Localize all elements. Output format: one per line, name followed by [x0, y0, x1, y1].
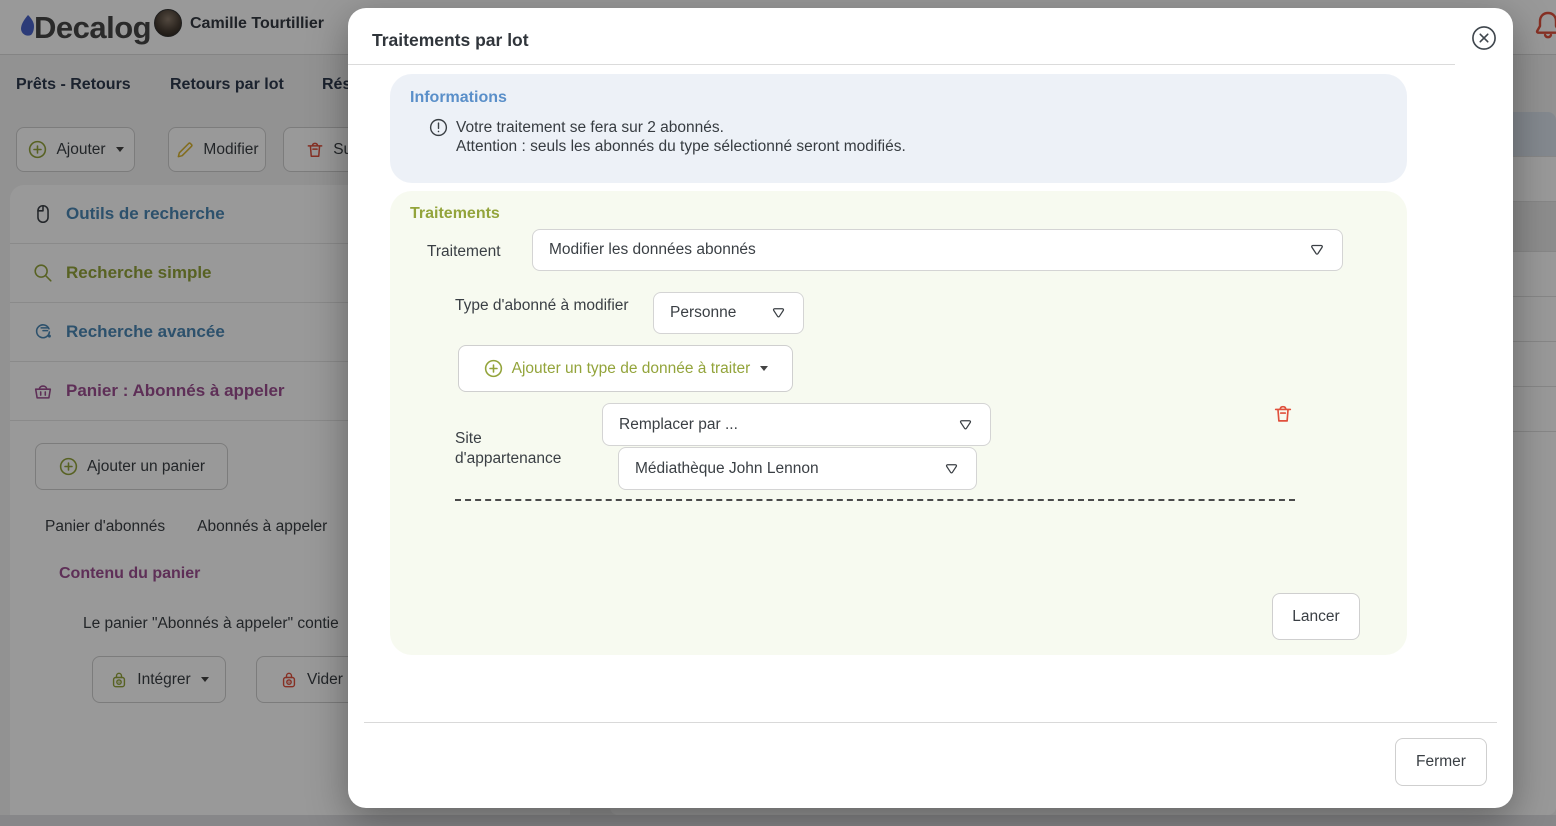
modal-header-divider — [348, 64, 1455, 65]
plus-circle-icon — [483, 358, 504, 379]
site-label-line1: Site — [455, 429, 561, 449]
subscriber-type-label: Type d'abonné à modifier — [455, 297, 629, 315]
subscriber-type-value: Personne — [670, 304, 736, 322]
add-data-type-button[interactable]: Ajouter un type de donnée à traiter — [458, 345, 793, 392]
informations-text: Votre traitement se fera sur 2 abonnés. … — [456, 118, 906, 156]
chevron-down-icon — [957, 416, 974, 433]
treatment-row-separator — [455, 499, 1295, 501]
site-value: Médiathèque John Lennon — [635, 460, 819, 478]
screen: Decalog Camille Tourtillier Prêts - Reto… — [0, 0, 1556, 826]
modal-title: Traitements par lot — [372, 30, 529, 51]
info-line-2: Attention : seuls les abonnés du type sé… — [456, 137, 906, 156]
caret-down-icon — [760, 366, 768, 371]
replace-mode-select[interactable]: Remplacer par ... — [602, 403, 991, 446]
chevron-down-icon — [770, 305, 787, 322]
close-modal-button-label: Fermer — [1416, 753, 1466, 771]
close-modal-button[interactable]: Fermer — [1395, 738, 1487, 786]
treatment-label: Traitement — [427, 243, 501, 261]
replace-mode-value: Remplacer par ... — [619, 416, 738, 434]
launch-button[interactable]: Lancer — [1272, 593, 1360, 640]
treatments-panel: Traitements Traitement Modifier les donn… — [390, 191, 1407, 655]
close-icon[interactable] — [1469, 23, 1499, 53]
chevron-down-icon — [1308, 241, 1326, 259]
informations-heading: Informations — [410, 89, 507, 107]
add-data-type-label: Ajouter un type de donnée à traiter — [512, 360, 751, 378]
batch-treatments-modal: Traitements par lot Informations Votre t… — [348, 8, 1513, 808]
treatments-heading: Traitements — [410, 205, 500, 223]
launch-button-label: Lancer — [1292, 608, 1339, 626]
delete-row-trash-icon[interactable] — [1272, 402, 1296, 426]
informations-panel: Informations Votre traitement se fera su… — [390, 74, 1407, 183]
site-label-line2: d'appartenance — [455, 449, 561, 469]
modal-footer-divider — [364, 722, 1497, 723]
chevron-down-icon — [943, 460, 960, 477]
subscriber-type-select[interactable]: Personne — [653, 292, 804, 334]
treatment-select-value: Modifier les données abonnés — [549, 241, 756, 259]
info-line-1: Votre traitement se fera sur 2 abonnés. — [456, 118, 906, 137]
site-label: Site d'appartenance — [455, 429, 561, 469]
treatment-select[interactable]: Modifier les données abonnés — [532, 229, 1343, 271]
info-icon — [428, 117, 449, 138]
site-value-select[interactable]: Médiathèque John Lennon — [618, 447, 977, 490]
